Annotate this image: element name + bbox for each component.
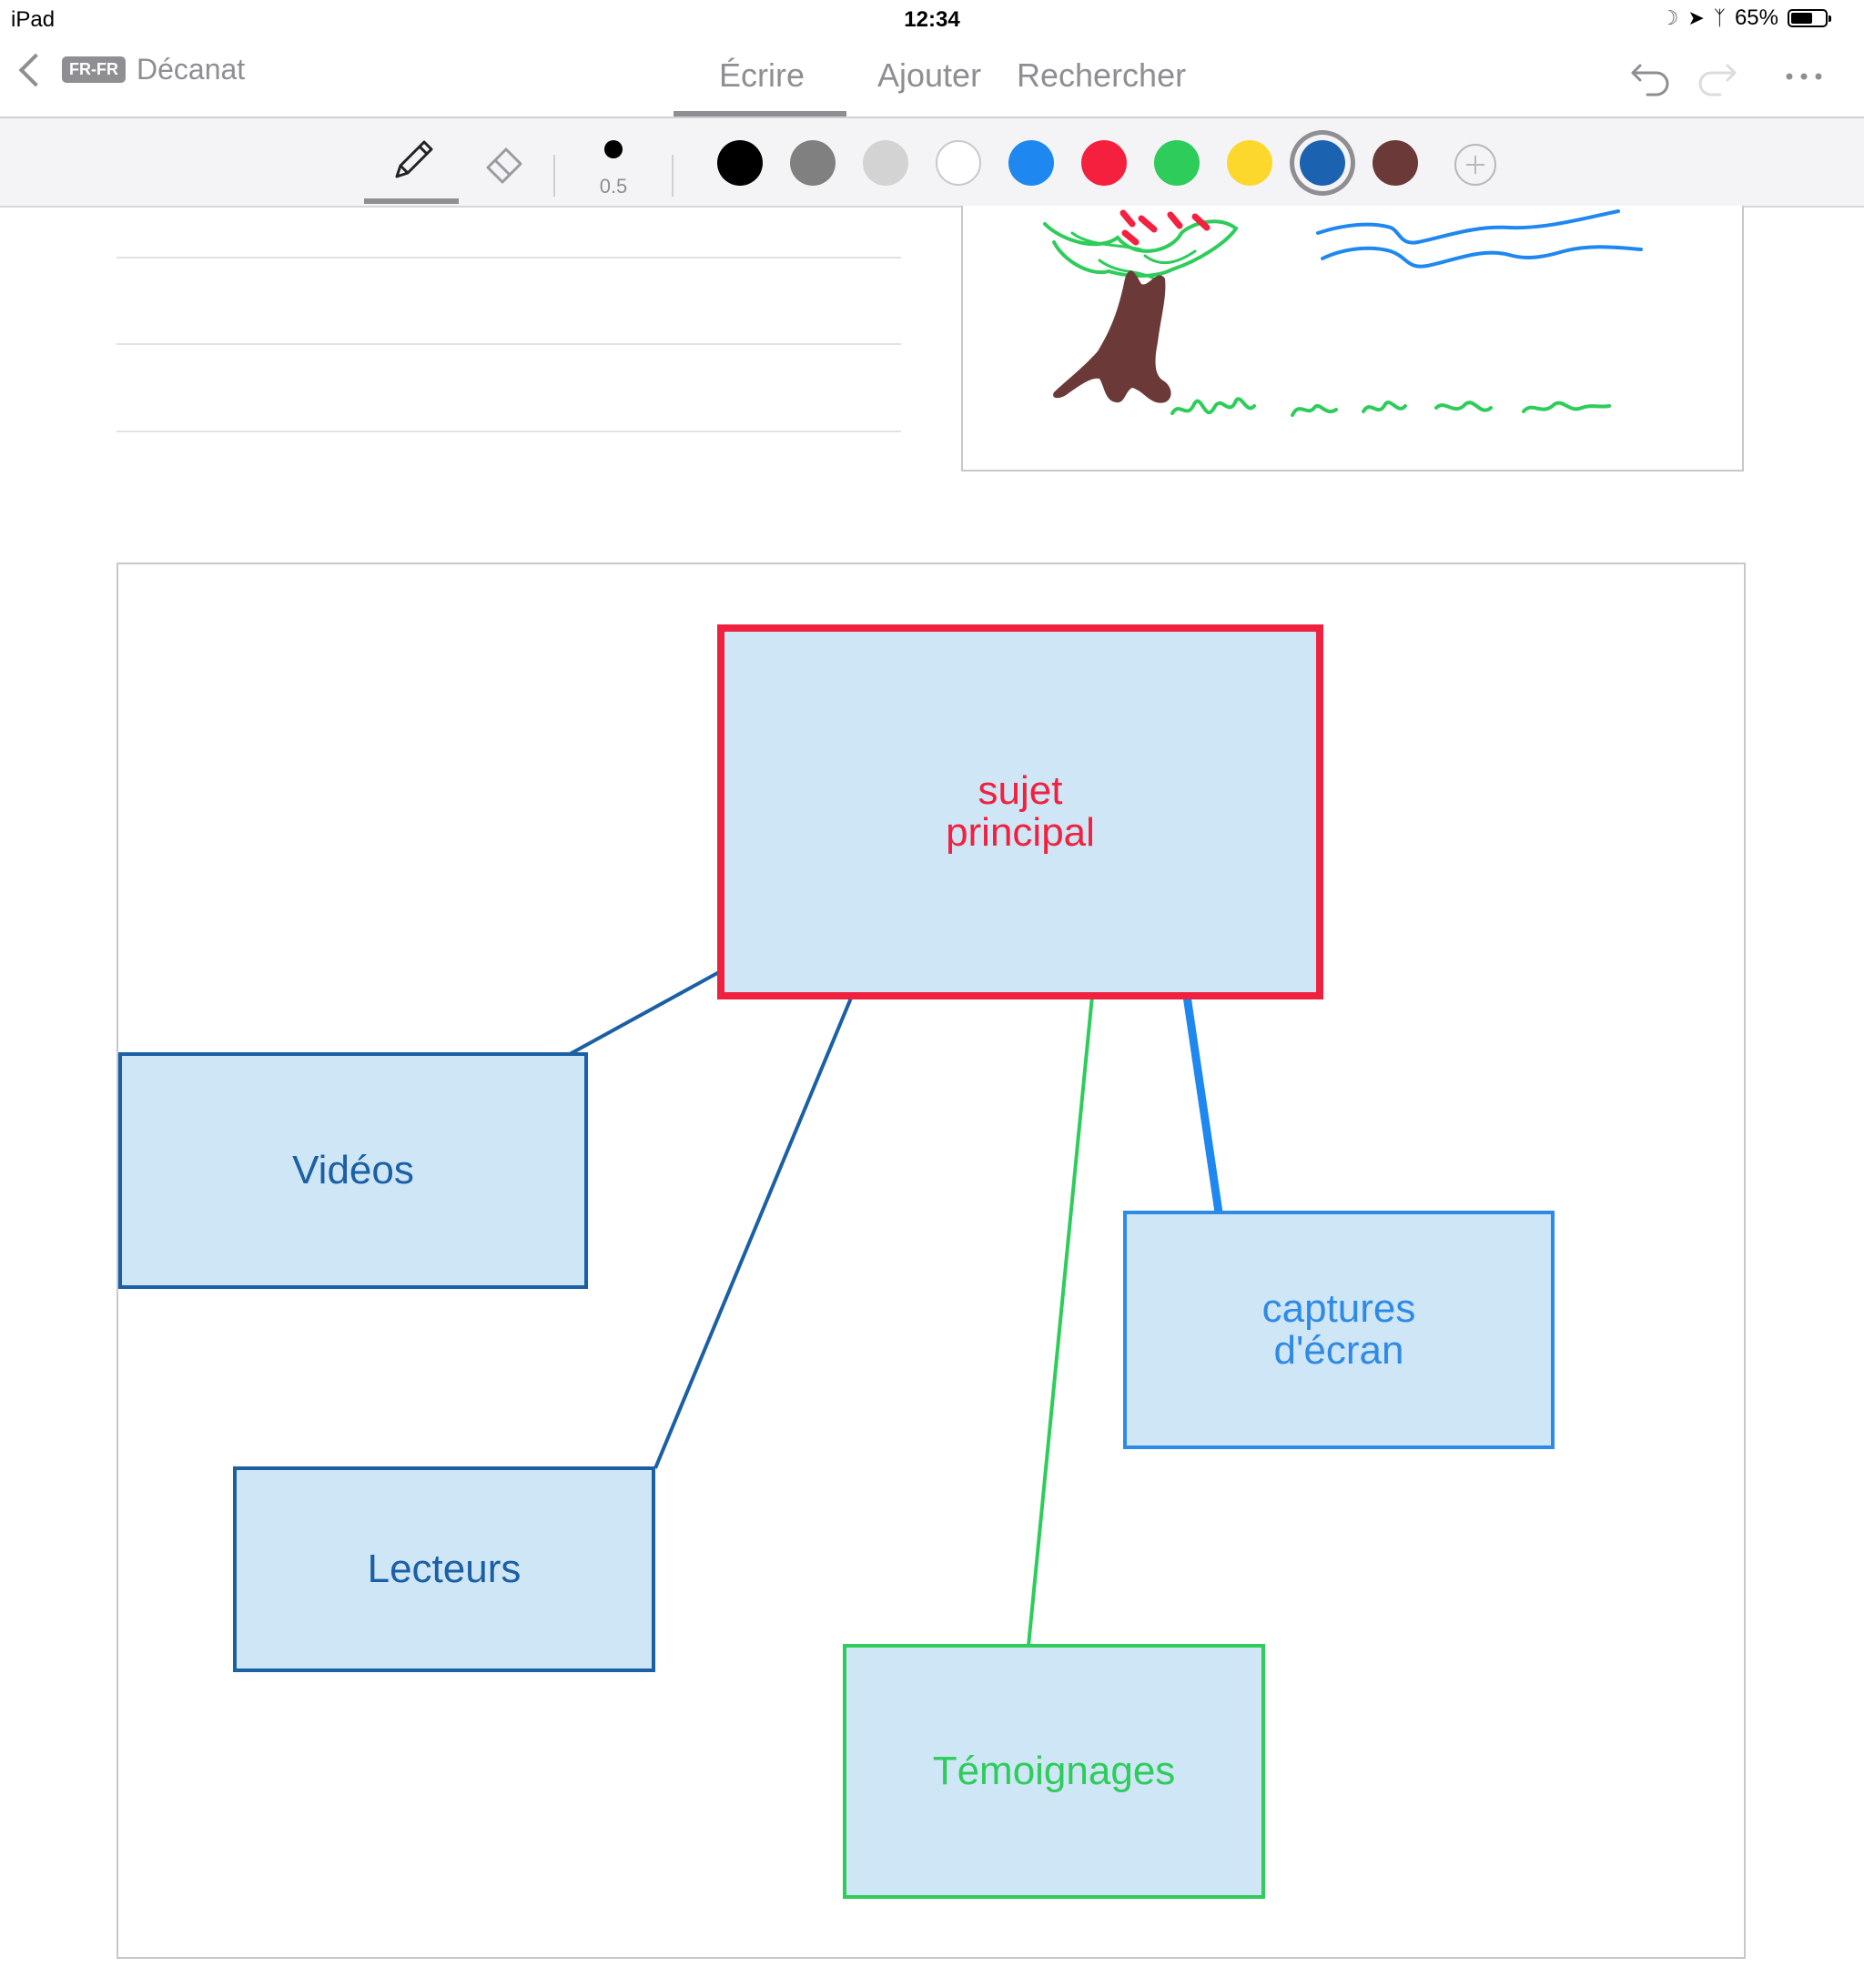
- connector-temoignages: [1027, 995, 1094, 1647]
- node-main-label-line2: principal: [946, 810, 1095, 855]
- color-swatch-yellow[interactable]: [1227, 140, 1272, 186]
- color-swatch-dark-blue[interactable]: [1300, 140, 1345, 186]
- bluetooth-icon: ᛉ: [1713, 6, 1726, 29]
- nav-bar: FR-FR Décanat Écrire Ajouter Rechercher: [0, 38, 1864, 118]
- connector-captures: [1182, 995, 1223, 1213]
- node-videos-label: Vidéos: [292, 1148, 414, 1192]
- drawing-toolbar: 0.5: [0, 118, 1864, 208]
- stroke-size-label: 0.5: [599, 175, 628, 198]
- node-captures-label-line2: d'écran: [1273, 1328, 1404, 1373]
- plus-icon[interactable]: [1453, 142, 1498, 188]
- language-badge: FR-FR: [62, 56, 126, 83]
- color-swatch-blue[interactable]: [1008, 140, 1054, 186]
- ruled-line: [116, 343, 901, 345]
- tab-rechercher[interactable]: Rechercher: [1017, 56, 1186, 95]
- ruled-line: [116, 431, 901, 432]
- eraser-icon[interactable]: [481, 138, 532, 189]
- connector-lecteurs: [653, 995, 854, 1469]
- color-swatch-gray[interactable]: [790, 140, 836, 186]
- active-tab-indicator: [674, 111, 846, 117]
- moon-icon: ☽: [1660, 6, 1679, 29]
- node-lecteurs-label: Lecteurs: [367, 1547, 522, 1591]
- color-swatch-red[interactable]: [1081, 140, 1127, 186]
- color-swatch-white[interactable]: [936, 140, 981, 186]
- tab-ecrire[interactable]: Écrire: [719, 56, 805, 95]
- toolbar-separator: [672, 155, 674, 197]
- stroke-size-dot[interactable]: [604, 140, 623, 158]
- more-icon[interactable]: [1782, 56, 1828, 96]
- node-main-label-line1: sujet: [978, 768, 1063, 813]
- battery-percent: 65%: [1734, 5, 1778, 30]
- pencil-icon[interactable]: [388, 135, 439, 186]
- tab-ajouter[interactable]: Ajouter: [877, 56, 981, 95]
- connector-videos: [569, 970, 720, 1056]
- toolbar-separator: [553, 155, 555, 197]
- back-label: Décanat: [136, 53, 246, 86]
- color-swatch-black[interactable]: [717, 140, 763, 186]
- chevron-left-icon: [18, 53, 53, 86]
- color-swatch-light-gray[interactable]: [863, 140, 908, 186]
- node-captures-label-line1: captures: [1261, 1286, 1416, 1331]
- color-swatch-brown[interactable]: [1373, 140, 1418, 186]
- ruled-line: [116, 257, 901, 259]
- sketch-canvas[interactable]: [961, 206, 1744, 472]
- location-icon: ➤: [1687, 6, 1705, 29]
- redo-icon[interactable]: [1693, 56, 1738, 96]
- node-temoignages-label: Témoignages: [932, 1749, 1176, 1793]
- color-swatch-green[interactable]: [1154, 140, 1200, 186]
- status-indicators: ☽ ➤ ᛉ 65%: [1660, 5, 1831, 31]
- battery-icon: [1788, 9, 1831, 27]
- undo-icon[interactable]: [1629, 56, 1675, 96]
- node-main-label: sujet principal: [721, 770, 1320, 854]
- selected-tool-indicator: [364, 198, 459, 204]
- mindmap-canvas[interactable]: sujet principal Vidéos Lecteurs Témoigna…: [116, 563, 1746, 1959]
- tree-sketch: [1043, 209, 1643, 417]
- status-time: 12:34: [904, 7, 960, 32]
- status-bar: iPad 12:34 ☽ ➤ ᛉ 65%: [0, 0, 1864, 38]
- back-button[interactable]: FR-FR Décanat: [15, 53, 245, 86]
- node-captures-label: captures d'écran: [1125, 1288, 1553, 1372]
